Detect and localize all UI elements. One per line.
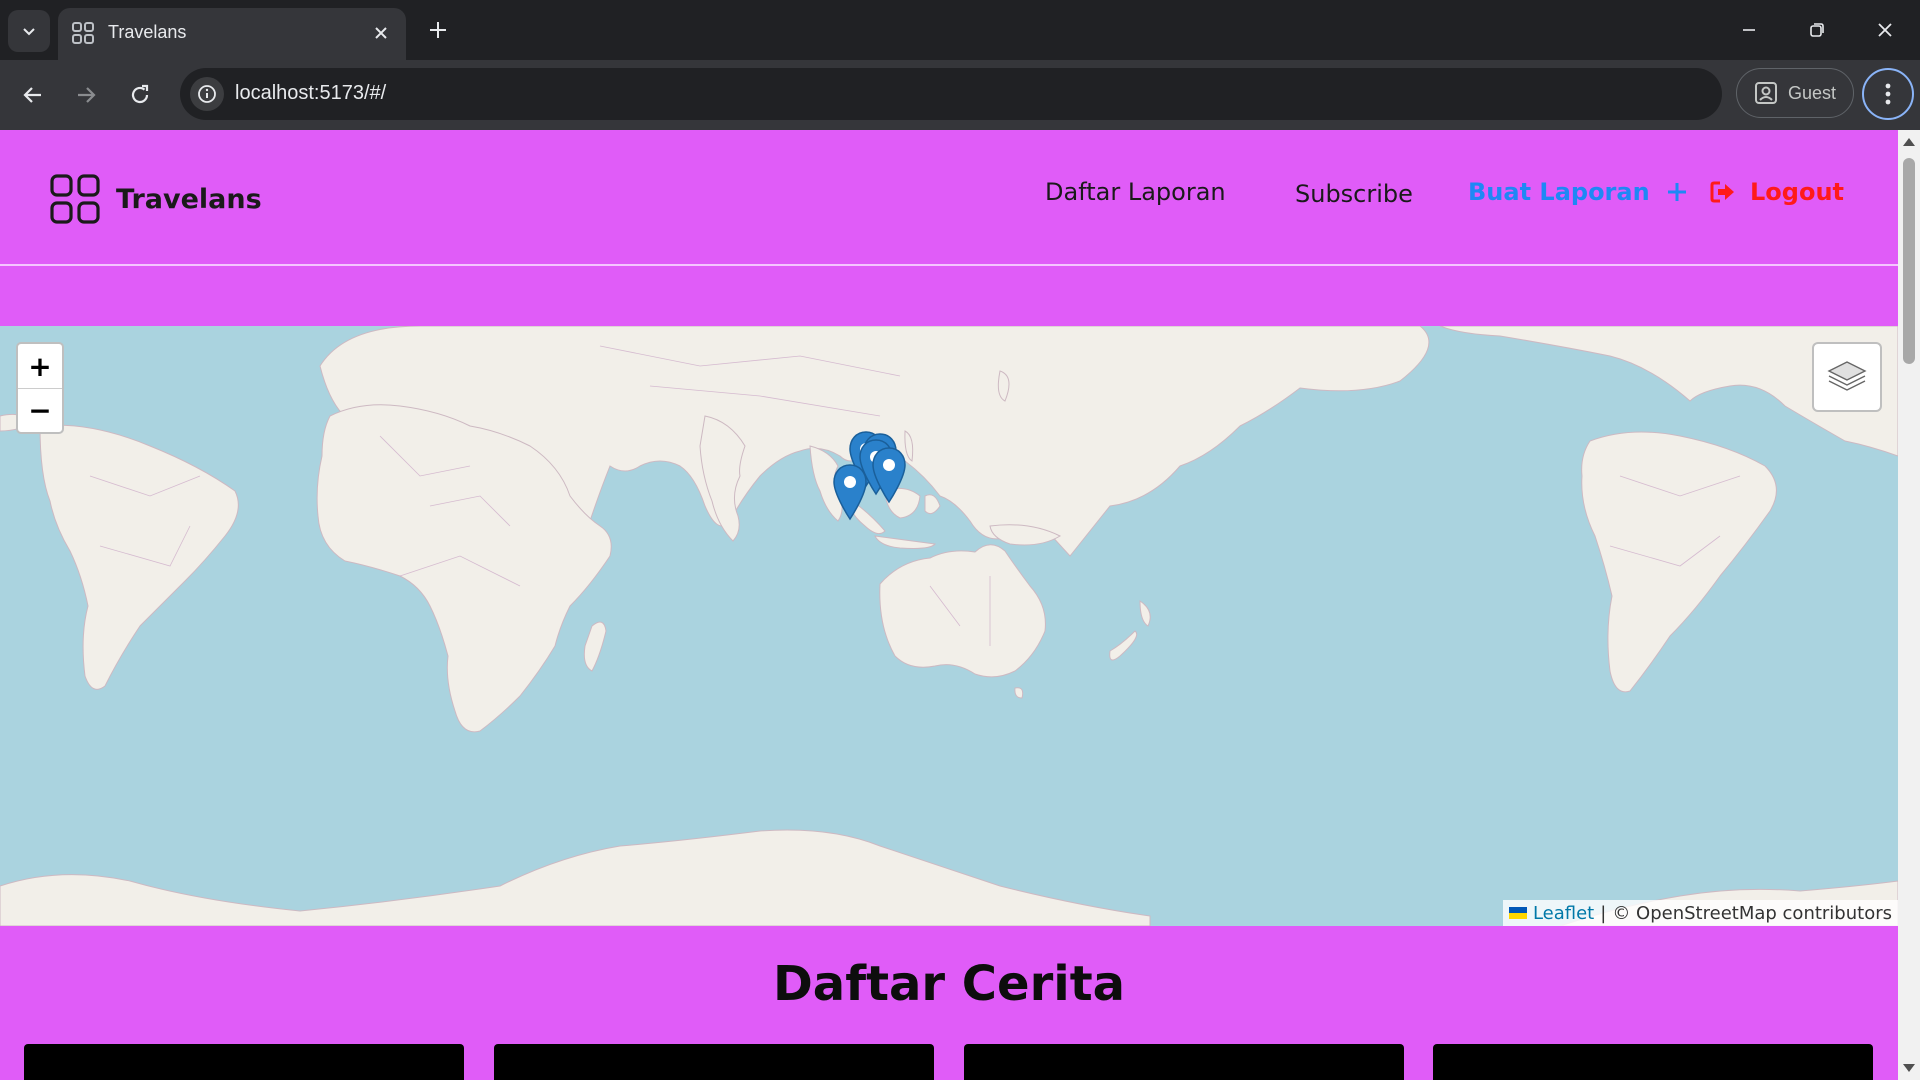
map-marker[interactable] <box>832 463 868 521</box>
brand-logo[interactable]: Travelans <box>50 174 262 224</box>
story-card[interactable] <box>1433 1044 1873 1080</box>
attribution-separator: | <box>1600 902 1607 924</box>
section-title: Daftar Cerita <box>772 956 1126 1012</box>
layers-icon <box>1827 361 1867 391</box>
story-card[interactable] <box>494 1044 934 1080</box>
tab-search-button[interactable] <box>8 10 50 52</box>
page-viewport: Travelans Daftar Laporan Subscribe Buat … <box>0 130 1898 1080</box>
story-card[interactable] <box>964 1044 1404 1080</box>
more-vertical-icon <box>1885 83 1891 105</box>
grid-icon <box>72 22 94 44</box>
map-marker[interactable] <box>871 446 907 504</box>
nav-subscribe[interactable]: Subscribe <box>1295 180 1413 208</box>
site-info-button[interactable] <box>190 77 224 111</box>
browser-toolbar: localhost:5173/#/ Guest <box>0 60 1920 130</box>
layers-control-button[interactable] <box>1812 342 1882 412</box>
zoom-out-button[interactable]: − <box>18 388 62 432</box>
browser-menu-button[interactable] <box>1862 68 1914 120</box>
close-icon <box>375 27 387 39</box>
nav-buat-laporan-label: Buat Laporan <box>1468 178 1650 206</box>
ukraine-flag-icon <box>1508 907 1527 919</box>
new-tab-button[interactable] <box>422 14 454 46</box>
scroll-thumb[interactable] <box>1903 158 1915 364</box>
info-icon <box>198 85 216 103</box>
nav-buat-laporan[interactable]: Buat Laporan <box>1468 178 1688 206</box>
scroll-down-arrow[interactable] <box>1903 1064 1915 1072</box>
arrow-right-icon <box>78 87 96 103</box>
nav-logout-label: Logout <box>1750 178 1845 206</box>
map-attribution: Leaflet | © OpenStreetMap contributors <box>1502 900 1898 926</box>
scroll-up-arrow[interactable] <box>1903 138 1915 146</box>
browser-tab-strip: Travelans <box>0 0 1920 60</box>
url-text[interactable]: localhost:5173/#/ <box>235 82 386 105</box>
reload-icon <box>131 84 149 104</box>
minimize-icon <box>1743 29 1755 31</box>
leaflet-link[interactable]: Leaflet <box>1533 903 1594 924</box>
reload-button[interactable] <box>121 76 159 114</box>
minimize-button[interactable] <box>1726 10 1772 50</box>
app-header: Travelans Daftar Laporan Subscribe Buat … <box>0 130 1898 266</box>
address-bar[interactable]: localhost:5173/#/ <box>180 68 1722 120</box>
logout-icon <box>1710 181 1734 203</box>
grid-logo-icon <box>50 174 100 224</box>
arrow-left-icon <box>23 87 41 103</box>
tab-close-button[interactable] <box>368 20 394 46</box>
back-button[interactable] <box>14 76 52 114</box>
guest-profile-icon <box>1754 82 1777 104</box>
plus-icon <box>430 22 446 38</box>
close-icon <box>1878 23 1892 37</box>
profile-label: Guest <box>1787 82 1837 103</box>
story-card[interactable] <box>24 1044 464 1080</box>
forward-button[interactable] <box>67 76 105 114</box>
nav-daftar-laporan[interactable]: Daftar Laporan <box>1045 178 1226 206</box>
tab-title: Travelans <box>108 22 187 42</box>
story-map[interactable]: + − Leaflet | © OpenStreetMap contributo… <box>0 326 1898 926</box>
profile-button[interactable]: Guest <box>1736 68 1854 118</box>
page-scrollbar[interactable] <box>1898 130 1920 1080</box>
restore-button[interactable] <box>1794 10 1840 50</box>
zoom-in-button[interactable]: + <box>18 344 62 388</box>
world-map-tiles <box>0 326 1898 926</box>
zoom-control: + − <box>16 342 64 434</box>
chevron-down-icon <box>23 28 35 36</box>
brand-name: Travelans <box>116 183 262 215</box>
close-window-button[interactable] <box>1862 10 1908 50</box>
browser-tab[interactable]: Travelans <box>58 8 406 60</box>
restore-icon <box>1810 23 1824 37</box>
plus-icon <box>1667 183 1686 201</box>
nav-logout[interactable]: Logout <box>1710 178 1844 206</box>
osm-attribution-text: © OpenStreetMap contributors <box>1612 902 1892 924</box>
